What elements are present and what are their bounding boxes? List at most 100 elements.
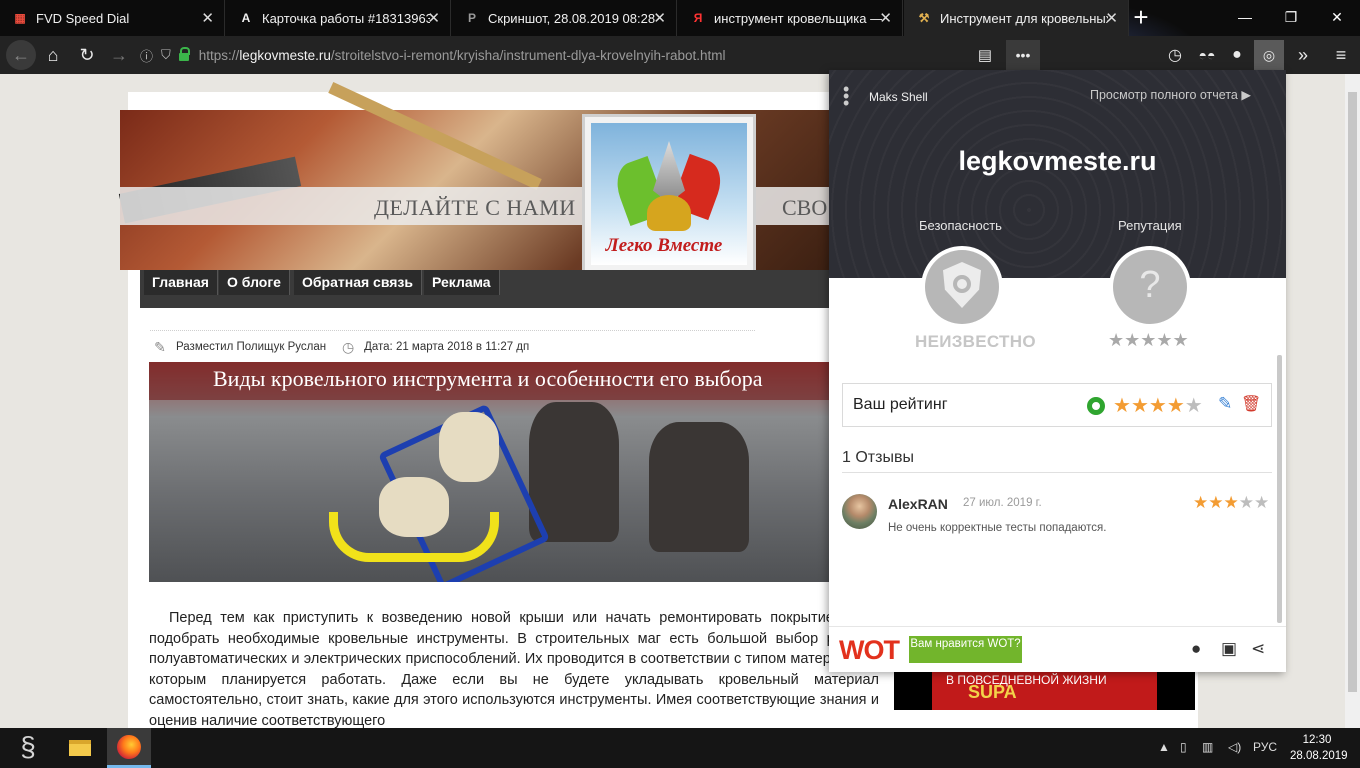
wot-popup: • • • Maks Shell Просмотр полного отчета ▶… — [829, 70, 1286, 672]
like-wot-button[interactable]: Вам нравится WOT? — [909, 636, 1022, 663]
minimize-window-icon[interactable]: — — [1222, 0, 1268, 34]
wot-footer: WOT Вам нравится WOT? ● ▣ ⋖ — [829, 626, 1286, 672]
post-meta: ✎ Разместил Полищук Руслан ◷ Дата: 21 ма… — [150, 337, 529, 357]
page-actions-icon[interactable]: ••• — [1006, 40, 1040, 70]
review-stars: ★★★★★ — [1193, 493, 1269, 513]
tracking-shield-icon[interactable]: ⛉ — [161, 47, 171, 63]
full-report-link[interactable]: Просмотр полного отчета ▶ — [1090, 87, 1251, 102]
android-icon[interactable]: ▣ — [1221, 639, 1237, 659]
article-title: Виды кровельного инструмента и особеннос… — [213, 366, 763, 391]
close-tab-icon[interactable]: ✕ — [653, 9, 666, 27]
post-date: Дата: 21 марта 2018 в 11:27 дп — [364, 341, 530, 353]
tray-expand-icon[interactable]: ▲ — [1158, 740, 1170, 754]
header-slogan-right: СВО — [782, 195, 828, 220]
overflow-chevron-icon[interactable]: » — [1288, 40, 1318, 70]
taskbar: § ▲ ▯ ▥ ◁) РУС 12:30 28.08.2019 — [0, 728, 1360, 768]
kebab-menu-icon[interactable]: • • • — [843, 80, 849, 112]
back-arrow-icon[interactable]: ← — [6, 40, 36, 70]
yandex-favicon-icon: Я — [693, 11, 703, 25]
wot-logo[interactable]: WOT — [839, 635, 900, 666]
divider — [842, 472, 1272, 473]
clock[interactable]: 12:30 28.08.2019 — [1290, 732, 1348, 764]
tab-work-card[interactable]: A Карточка работы #18313963.1 ✕ — [226, 0, 451, 36]
trowel-icon — [653, 141, 685, 203]
close-tab-icon[interactable]: ✕ — [201, 9, 214, 27]
popup-scrollbar[interactable] — [1277, 355, 1282, 623]
rating-star-icon[interactable]: ★ — [1131, 395, 1149, 417]
volume-icon[interactable]: ◁) — [1228, 740, 1241, 754]
menu-item-about[interactable]: О блоге — [219, 270, 290, 295]
menu-item-home[interactable]: Главная — [144, 270, 218, 295]
trash-icon[interactable]: 🗑 — [1241, 394, 1261, 414]
wot-username[interactable]: Maks Shell — [869, 90, 928, 104]
forward-arrow-icon[interactable]: → — [104, 40, 134, 70]
network-icon[interactable]: ▥ — [1202, 740, 1213, 754]
rating-star-icon[interactable]: ★ — [1167, 395, 1185, 417]
share-icon[interactable]: ⋖ — [1251, 639, 1265, 659]
history-clock-icon[interactable]: ◷ — [1160, 40, 1190, 70]
wot-extension-icon[interactable]: ◎ — [1254, 40, 1284, 70]
account-icon[interactable]: ● — [1222, 40, 1252, 70]
review-star-icon: ★ — [1238, 493, 1254, 512]
review-text: Не очень корректные тесты попадаются. — [888, 522, 1107, 534]
review-star-icon: ★ — [1254, 493, 1270, 512]
url-path: /stroitelstvo-i-remont/kryisha/instrumen… — [330, 47, 726, 63]
tab-yandex-search[interactable]: Я инструмент кровельщика — Я ✕ — [678, 0, 903, 36]
header-slogan-left: ДЕЛАЙТЕ С НАМИ — [374, 195, 576, 220]
rating-star-icon[interactable]: ★ — [1185, 395, 1203, 417]
reviews-title: 1 Отзывы — [842, 449, 914, 466]
advertisement[interactable]: В ПОВСЕДНЕВНОЙ ЖИЗНИ SUPA — [894, 670, 1195, 710]
site-menu: Главная О блоге Обратная связь Реклама — [140, 270, 830, 308]
tab-title: Карточка работы #18313963.1 — [262, 10, 430, 26]
your-rating-stars[interactable]: ★★★★★ — [1113, 393, 1203, 418]
firefox-button[interactable] — [107, 728, 151, 768]
lock-icon[interactable] — [178, 47, 190, 61]
site-favicon-icon: A — [241, 11, 251, 25]
avatar[interactable] — [842, 494, 877, 529]
file-explorer-button[interactable] — [58, 728, 102, 768]
restore-window-icon[interactable]: ❐ — [1268, 0, 1314, 34]
glove-illustration — [439, 412, 499, 482]
wot-domain: legkovmeste.ru — [958, 146, 1157, 176]
wot-logo-text: WOT — [839, 635, 900, 665]
address-bar[interactable]: ⓘ ⛉ https:// legkovmeste.ru /stroitelstv… — [140, 41, 970, 69]
review-author[interactable]: AlexRAN — [888, 496, 948, 512]
home-icon[interactable]: ⌂ — [38, 40, 68, 70]
start-dragon-icon[interactable]: § — [4, 730, 52, 766]
ad-banner[interactable]: В ПОВСЕДНЕВНОЙ ЖИЗНИ SUPA — [932, 670, 1157, 710]
your-rating-box: Ваш рейтинг ★★★★★ ✎ 🗑 — [842, 383, 1272, 427]
new-tab-button[interactable]: + — [1126, 3, 1156, 33]
rating-star-icon[interactable]: ★ — [1149, 395, 1167, 417]
close-window-icon[interactable]: ✕ — [1314, 0, 1360, 34]
your-rating-label: Ваш рейтинг — [853, 396, 948, 413]
tab-roofing-tools[interactable]: ⚒ Инструмент для кровельных ✕ — [904, 0, 1129, 36]
tab-fvd-speed-dial[interactable]: ▦ FVD Speed Dial ✕ — [0, 0, 225, 36]
divider — [150, 330, 755, 331]
rating-star-icon[interactable]: ★ — [1113, 395, 1131, 417]
close-tab-icon[interactable]: ✕ — [1105, 9, 1118, 27]
language-indicator[interactable]: РУС — [1253, 740, 1277, 754]
scrollbar-thumb[interactable] — [1348, 92, 1357, 692]
edit-pencil-icon[interactable]: ✎ — [1218, 394, 1232, 414]
info-icon[interactable]: ⓘ — [140, 46, 153, 65]
tab-title: FVD Speed Dial — [36, 10, 130, 26]
tab-screenshot[interactable]: P Скриншот, 28.08.2019 08:28:45 ✕ — [452, 0, 677, 36]
page-scrollbar[interactable] — [1345, 74, 1360, 728]
reload-icon[interactable]: ↻ — [72, 40, 102, 70]
review-star-icon: ★ — [1223, 493, 1239, 512]
logo-text: Легко Вместе — [605, 235, 723, 256]
wot-status-ring-icon — [1087, 397, 1105, 415]
apple-icon[interactable]: ● — [1191, 639, 1201, 659]
close-tab-icon[interactable]: ✕ — [427, 9, 440, 27]
menu-item-feedback[interactable]: Обратная связь — [294, 270, 422, 295]
shield-ring-icon — [953, 275, 971, 293]
reader-mode-icon[interactable]: ▤ — [970, 40, 1000, 70]
site-logo[interactable]: Легко Вместе — [582, 114, 756, 274]
private-mask-icon[interactable]: ◓◓ — [1192, 40, 1222, 70]
post-author: Разместил Полищук Руслан — [176, 341, 327, 353]
menu-item-advertising[interactable]: Реклама — [424, 270, 500, 295]
battery-icon[interactable]: ▯ — [1180, 740, 1187, 754]
close-tab-icon[interactable]: ✕ — [879, 9, 892, 27]
menu-hamburger-icon[interactable]: ≡ — [1326, 40, 1356, 70]
site-favicon-icon: P — [467, 11, 476, 25]
